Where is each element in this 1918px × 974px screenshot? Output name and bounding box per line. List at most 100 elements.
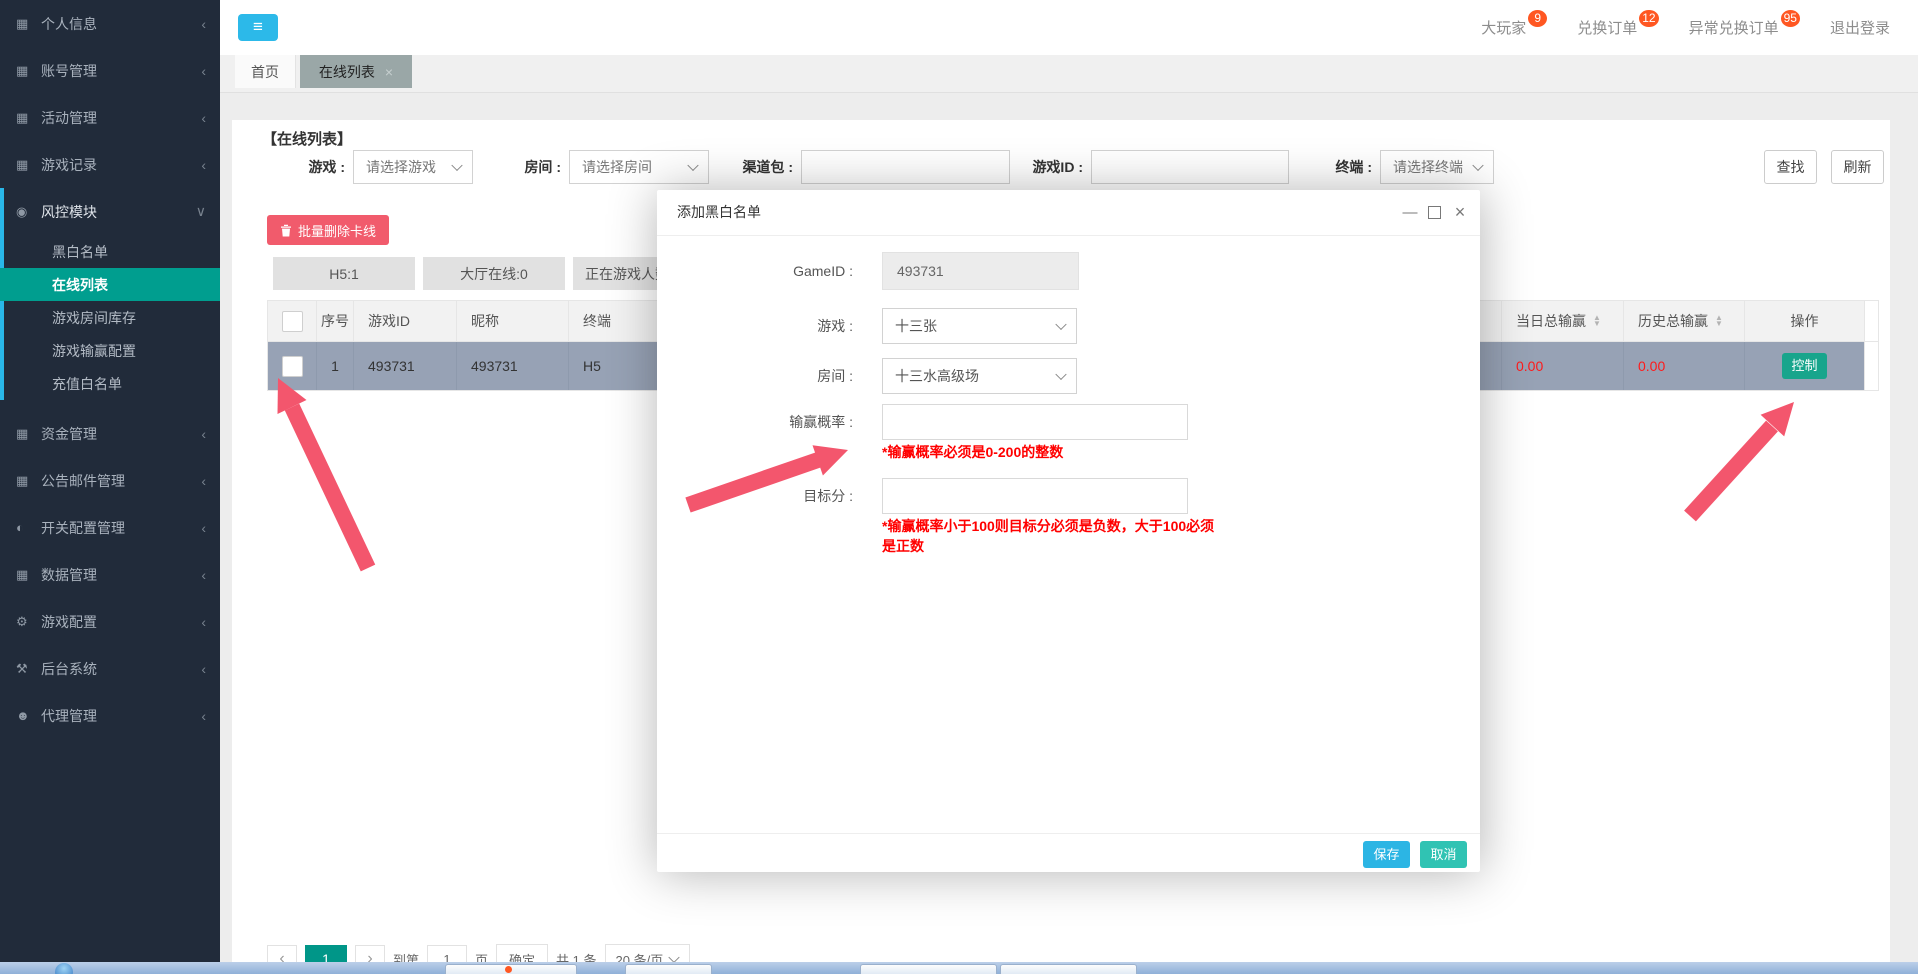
tab-home[interactable]: 首页 [235, 55, 296, 88]
target-score-input[interactable] [883, 479, 1187, 513]
minimize-icon[interactable]: — [1402, 190, 1418, 235]
sidebar-item-label: 在线列表 [52, 275, 108, 295]
row-checkbox[interactable] [282, 356, 303, 377]
button-label: 批量删除卡线 [298, 221, 376, 240]
sidebar-item-agent-mgmt[interactable]: ☻ 代理管理 ‹ [0, 692, 220, 739]
control-button[interactable]: 控制 [1782, 353, 1827, 379]
app-window: { "icons": { "hamburger": "≡", "grid": "… [0, 0, 1918, 974]
top-bar: ≡ 大玩家 9 兑换订单 12 异常兑换订单 95 退出登录 [220, 0, 1918, 55]
column-header-today-winlose: 当日总输赢 ▲▼ [1501, 301, 1623, 341]
sidebar-item-recharge-whitelist[interactable]: 充值白名单 [0, 367, 220, 400]
sidebar-item-label: 充值白名单 [52, 374, 122, 394]
sidebar-item-backend-system[interactable]: ⚒ 后台系统 ‹ [0, 645, 220, 692]
hamburger-menu-button[interactable]: ≡ [238, 14, 278, 41]
taskbar-window-button[interactable] [1000, 964, 1137, 974]
stat-h5-button[interactable]: H5:1 [273, 257, 415, 290]
sidebar-item-data-mgmt[interactable]: ▦ 数据管理 ‹ [0, 551, 220, 598]
nav-label: 异常兑换订单 [1689, 17, 1779, 38]
stat-lobby-online-button[interactable]: 大厅在线:0 [423, 257, 565, 290]
os-taskbar[interactable] [0, 962, 1918, 974]
nav-abnormal-exchange-orders[interactable]: 异常兑换订单 95 [1689, 17, 1800, 38]
chevron-down-icon: ∨ [196, 203, 206, 220]
cell-seq: 1 [316, 342, 353, 390]
page-title: 【在线列表】 [262, 128, 352, 149]
close-icon[interactable]: × [385, 64, 393, 80]
winrate-validation-hint: *输赢概率必须是0-200的整数 [882, 442, 1220, 462]
modal-target-label: 目标分 : [657, 478, 853, 514]
sidebar-item-label: 风控模块 [41, 202, 97, 222]
modal-target-input-wrap [882, 478, 1188, 514]
taskbar-window-button[interactable] [625, 964, 712, 974]
grid-icon: ▦ [16, 567, 41, 583]
column-header-nickname: 昵称 [456, 301, 568, 341]
modal-title: 添加黑白名单 [677, 190, 761, 235]
modal-gameid-label: GameID : [657, 252, 853, 290]
sidebar-item-announcement-mail-mgmt[interactable]: ▦ 公告邮件管理 ‹ [0, 457, 220, 504]
start-button[interactable] [55, 963, 73, 974]
refresh-button[interactable]: 刷新 [1831, 150, 1884, 184]
sidebar-item-label: 后台系统 [41, 659, 97, 679]
sidebar-item-account-mgmt[interactable]: ▦ 账号管理 ‹ [0, 47, 220, 94]
sidebar-item-blacklist-whitelist[interactable]: 黑白名单 [0, 235, 220, 268]
select-value: 请选择终端 [1393, 159, 1463, 175]
chevron-left-icon: ‹ [201, 708, 206, 724]
room-filter-label: 房间 : [419, 150, 561, 184]
sidebar-item-label: 活动管理 [41, 108, 97, 128]
modal-game-select[interactable]: 十三张 [882, 308, 1077, 344]
grid-icon: ▦ [16, 426, 41, 442]
trash-icon [280, 224, 292, 237]
terminal-select[interactable]: 请选择终端 [1380, 150, 1494, 184]
maximize-icon[interactable] [1428, 206, 1441, 219]
modal-header[interactable]: 添加黑白名单 — × [657, 190, 1480, 236]
channel-filter-label: 渠道包 : [651, 150, 793, 184]
tab-label: 在线列表 [319, 62, 375, 82]
column-header-history-winlose: 历史总输赢 ▲▼ [1623, 301, 1744, 341]
count-badge: 9 [1528, 10, 1547, 27]
save-button[interactable]: 保存 [1363, 841, 1410, 868]
count-badge: 95 [1781, 10, 1800, 27]
column-header-gameid: 游戏ID [353, 301, 456, 341]
sidebar-item-online-list[interactable]: 在线列表 [0, 268, 220, 301]
sidebar-item-game-records[interactable]: ▦ 游戏记录 ‹ [0, 141, 220, 188]
cancel-button[interactable]: 取消 [1420, 841, 1467, 868]
cell-gameid: 493731 [353, 342, 456, 390]
sidebar-item-label: 黑白名单 [52, 242, 108, 262]
sidebar-item-funds-mgmt[interactable]: ▦ 资金管理 ‹ [0, 410, 220, 457]
nav-big-player[interactable]: 大玩家 9 [1481, 17, 1547, 38]
winrate-input[interactable] [883, 405, 1187, 439]
sidebar-item-personal-info[interactable]: ▦ 个人信息 ‹ [0, 0, 220, 47]
chevron-left-icon: ‹ [201, 567, 206, 583]
batch-delete-button[interactable]: 批量删除卡线 [267, 215, 389, 245]
modal-gameid-value: 493731 [882, 252, 1079, 290]
sidebar-item-risk-control[interactable]: ◉ 风控模块 ∨ [0, 188, 220, 235]
taskbar-window-button[interactable] [860, 964, 997, 974]
sidebar-item-game-room-stock[interactable]: 游戏房间库存 [0, 301, 220, 334]
sidebar-item-label: 公告邮件管理 [41, 471, 125, 491]
grid-icon: ▦ [16, 63, 41, 79]
search-button[interactable]: 查找 [1764, 150, 1817, 184]
add-blacklist-modal: 添加黑白名单 — × GameID : 493731 游戏 : 十三张 房间 :… [657, 190, 1480, 872]
sidebar-group-risk-control: ◉ 风控模块 ∨ 黑白名单 在线列表 游戏房间库存 游戏输赢配置 充值白名单 [0, 188, 220, 400]
column-header-seq: 序号 [316, 301, 353, 341]
nav-exchange-orders[interactable]: 兑换订单 12 [1577, 17, 1658, 38]
tab-online-list[interactable]: 在线列表 × [300, 55, 412, 88]
users-icon: ☻ [16, 708, 41, 723]
sidebar-item-game-winlose-config[interactable]: 游戏输赢配置 [0, 334, 220, 367]
select-all-checkbox[interactable] [282, 311, 303, 332]
sort-icon[interactable]: ▲▼ [1593, 315, 1601, 327]
sidebar-item-activity-mgmt[interactable]: ▦ 活动管理 ‹ [0, 94, 220, 141]
chevron-down-icon [1472, 160, 1483, 171]
modal-game-label: 游戏 : [657, 308, 853, 344]
sidebar-item-switch-config-mgmt[interactable]: ◐ 开关配置管理 ‹ [0, 504, 220, 551]
nav-logout[interactable]: 退出登录 [1830, 17, 1890, 38]
modal-room-select[interactable]: 十三水高级场 [882, 358, 1077, 394]
grid-icon: ▦ [16, 157, 41, 173]
close-icon[interactable]: × [1452, 190, 1468, 235]
modal-winrate-input-wrap [882, 404, 1188, 440]
chevron-left-icon: ‹ [201, 110, 206, 126]
eye-icon: ◉ [16, 204, 41, 220]
chevron-left-icon: ‹ [201, 16, 206, 32]
sidebar-item-label: 资金管理 [41, 424, 97, 444]
sidebar-item-game-config[interactable]: ⚙ 游戏配置 ‹ [0, 598, 220, 645]
sort-icon[interactable]: ▲▼ [1715, 315, 1723, 327]
